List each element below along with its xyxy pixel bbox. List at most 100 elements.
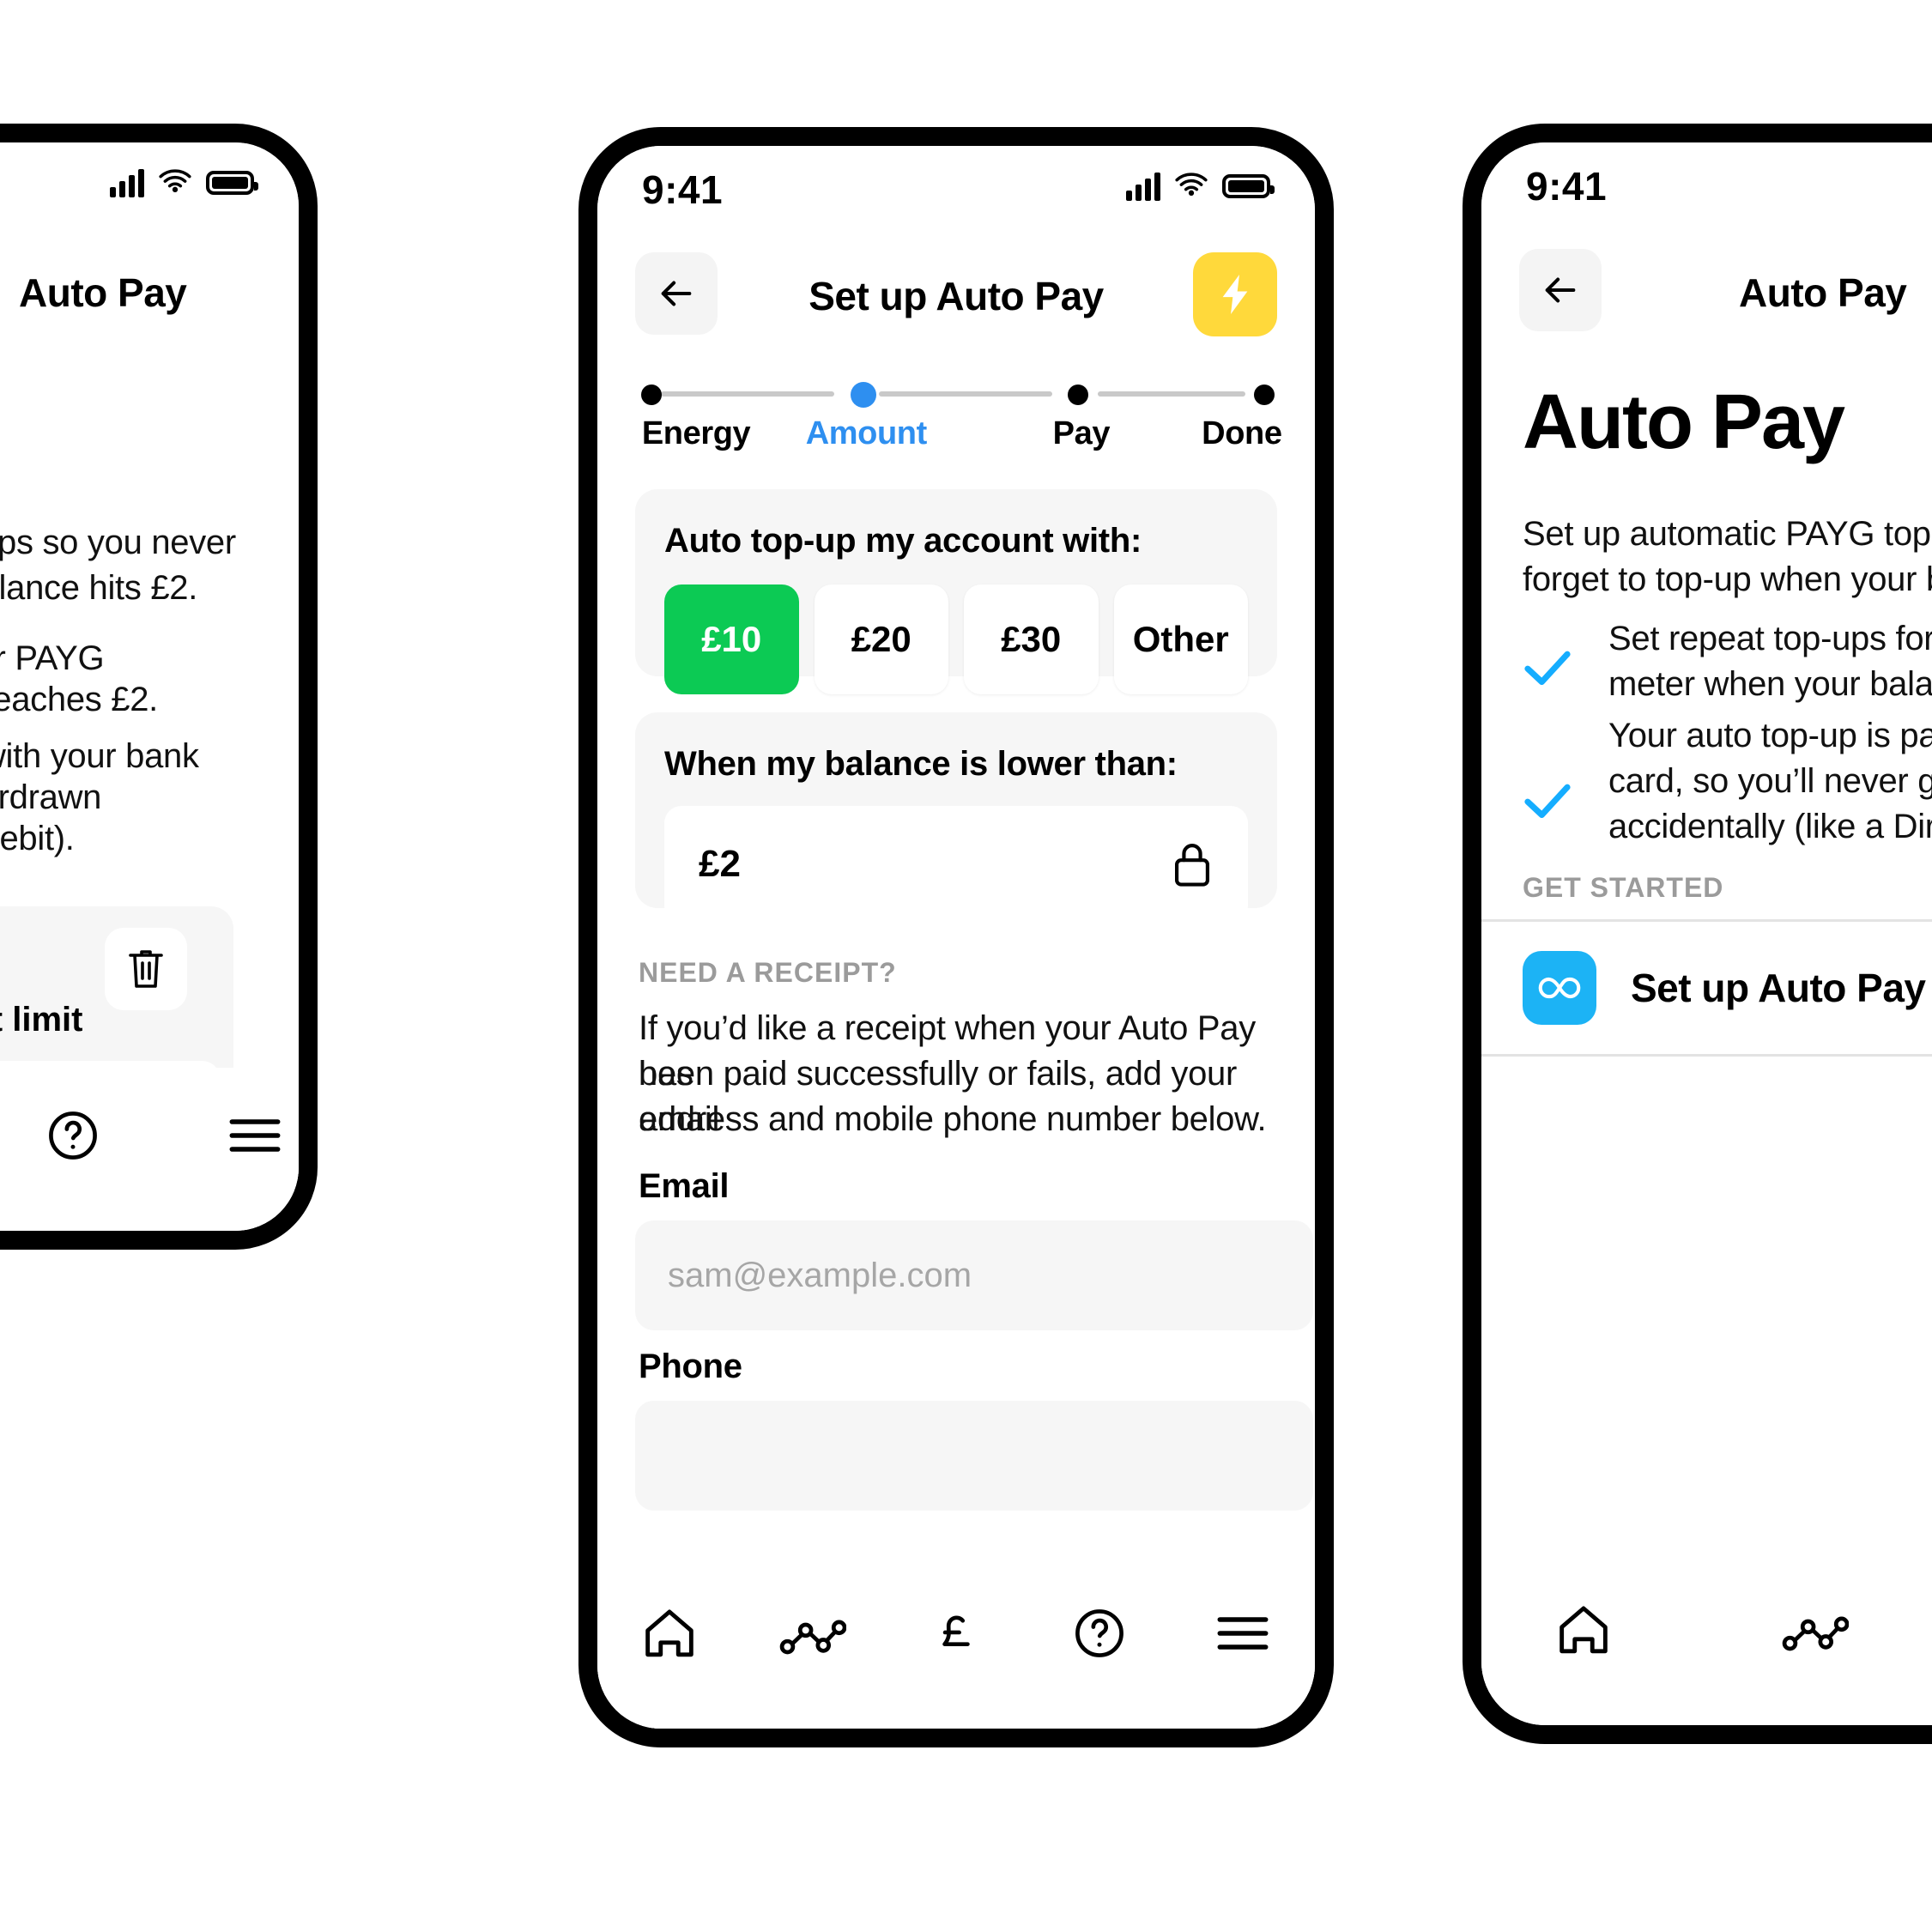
left-bullet-line-2: your balance reaches £2. <box>0 681 158 718</box>
stepper-label-done[interactable]: Done <box>1202 415 1282 452</box>
credit-limit-label: Credit limit <box>0 1001 83 1039</box>
left-body-line-1: c PAYG top-ups so you never <box>0 524 236 561</box>
benefit-2-line-3: accidentally (like a Direct <box>1608 808 1932 845</box>
status-clock: 9:41 <box>642 167 724 212</box>
page-heading: Auto Pay <box>1523 379 1845 465</box>
left-bullet-line-4: ll never go overdrawn <box>0 778 102 816</box>
middle-status-bar: 9:41 <box>597 146 1315 240</box>
right-screen: 9:41 Auto Pay Auto Pay Set up automatic … <box>1481 142 1932 1725</box>
back-arrow-icon <box>1545 277 1576 303</box>
tab-home[interactable] <box>622 1595 717 1672</box>
menu-icon <box>229 1119 281 1152</box>
benefit-1-line-1: Set repeat top-ups for yo <box>1608 620 1932 657</box>
left-page-title: Auto Pay <box>19 270 187 315</box>
left-bullet-line-1: op-ups for your PAYG <box>0 639 105 677</box>
wifi-icon <box>1175 173 1208 196</box>
left-status-icons <box>110 168 258 197</box>
page-title: Auto Pay <box>1739 270 1907 315</box>
middle-status-icons <box>1126 172 1275 201</box>
email-field[interactable]: sam@example.com <box>635 1220 1313 1330</box>
receipt-paragraph-line-3: address and mobile phone number below. <box>639 1100 1267 1138</box>
topup-amount-card: Auto top-up my account with: £10 £20 £30… <box>635 489 1277 694</box>
pound-icon <box>942 1615 970 1646</box>
usage-chart-icon <box>1782 1616 1849 1651</box>
stepper-dot-amount[interactable] <box>850 382 876 408</box>
right-navbar: Auto Pay <box>1481 239 1932 342</box>
amount-option-other[interactable]: Other <box>1113 584 1248 694</box>
balance-threshold-value: £2 <box>699 843 741 885</box>
balance-threshold-field[interactable]: £2 <box>664 806 1248 923</box>
right-tab-bar <box>1481 1562 1932 1725</box>
left-screen: Auto Pay c PAYG top-ups so you never whe… <box>0 142 299 1231</box>
phone-label: Phone <box>639 1348 742 1385</box>
get-started-caption: GET STARTED <box>1523 872 1724 903</box>
stepper-label-energy[interactable]: Energy <box>642 415 751 452</box>
benefit-1-line-2: meter when your balance <box>1608 665 1932 703</box>
balance-threshold-card: When my balance is lower than: £2 <box>635 712 1277 923</box>
amount-option-30[interactable]: £30 <box>964 584 1099 694</box>
phone-middle: 9:41 Set up Auto Pay Energy Amount Pay D… <box>578 127 1334 1747</box>
stepper-dot-done[interactable] <box>1254 385 1275 405</box>
signal-icon <box>1126 172 1160 201</box>
stepper-dot-energy[interactable] <box>640 385 662 405</box>
phone-field[interactable] <box>635 1401 1313 1511</box>
receipt-caption: NEED A RECEIPT? <box>639 957 897 988</box>
infinity-icon <box>1538 977 1581 999</box>
help-icon <box>1075 1609 1124 1657</box>
phone-left: Auto Pay c PAYG top-ups so you never whe… <box>0 124 318 1250</box>
tab-menu[interactable] <box>1196 1595 1290 1672</box>
tab-usage[interactable] <box>766 1595 860 1672</box>
stepper-dot-pay[interactable] <box>1068 385 1089 405</box>
lock-icon <box>1175 844 1210 887</box>
topup-amount-options: £10 £20 £30 Other <box>664 584 1248 694</box>
back-button[interactable] <box>1519 249 1602 331</box>
stepper-label-pay[interactable]: Pay <box>1053 415 1111 452</box>
left-tab-bar <box>0 1068 299 1231</box>
tab-pound[interactable] <box>909 1595 1003 1672</box>
stepper-track <box>635 382 1277 408</box>
delete-button[interactable] <box>105 928 187 1010</box>
tab-help[interactable] <box>29 1097 117 1174</box>
infinity-icon-tile <box>1523 951 1596 1025</box>
tab-usage[interactable] <box>1768 1591 1862 1669</box>
tab-menu[interactable] <box>211 1097 299 1174</box>
tab-home[interactable] <box>1536 1591 1631 1669</box>
left-status-bar <box>0 142 299 237</box>
list-item-label: Set up Auto Pay <box>1631 966 1926 1010</box>
home-icon <box>1560 1606 1608 1654</box>
menu-icon <box>1217 1617 1269 1650</box>
left-body-line-2: when your balance hits £2. <box>0 569 198 607</box>
list-item-setup-auto-pay[interactable]: Set up Auto Pay <box>1481 919 1932 1057</box>
amount-option-20[interactable]: £20 <box>814 584 948 694</box>
signal-icon <box>110 168 144 197</box>
stepper-line-3 <box>1097 391 1245 397</box>
middle-screen: 9:41 Set up Auto Pay Energy Amount Pay D… <box>597 146 1315 1729</box>
quick-action-button[interactable] <box>1193 252 1277 336</box>
trash-icon <box>129 950 163 988</box>
bolt-icon <box>1222 275 1248 314</box>
left-bullet-line-5: (like a Direct Debit). <box>0 820 75 857</box>
left-navbar: Auto Pay <box>0 239 299 342</box>
usage-chart-icon <box>779 1620 846 1655</box>
stepper-line-2 <box>879 391 1053 397</box>
tab-help[interactable] <box>1052 1595 1147 1672</box>
setup-stepper: Energy Amount Pay Done <box>635 371 1282 474</box>
right-intro-line-2: forget to top-up when your b <box>1523 560 1932 598</box>
check-icon <box>1524 651 1571 686</box>
wifi-icon <box>159 169 191 192</box>
right-status-bar: 9:41 <box>1481 142 1932 237</box>
email-placeholder: sam@example.com <box>668 1256 972 1294</box>
left-bullet-line-3: op-up is paid with your bank <box>0 737 199 775</box>
phone-right: 9:41 Auto Pay Auto Pay Set up automatic … <box>1463 124 1932 1744</box>
screenshot-stage: Auto Pay c PAYG top-ups so you never whe… <box>0 0 1932 1932</box>
help-icon <box>49 1111 97 1160</box>
amount-option-10[interactable]: £10 <box>664 584 799 694</box>
middle-navbar: Set up Auto Pay <box>597 242 1315 345</box>
stepper-label-amount[interactable]: Amount <box>806 415 928 452</box>
middle-tab-bar <box>597 1566 1315 1729</box>
stepper-line-1 <box>660 391 834 397</box>
email-label: Email <box>639 1167 730 1205</box>
home-icon <box>645 1609 693 1657</box>
status-clock: 9:41 <box>1526 164 1608 209</box>
battery-icon <box>1222 174 1275 198</box>
